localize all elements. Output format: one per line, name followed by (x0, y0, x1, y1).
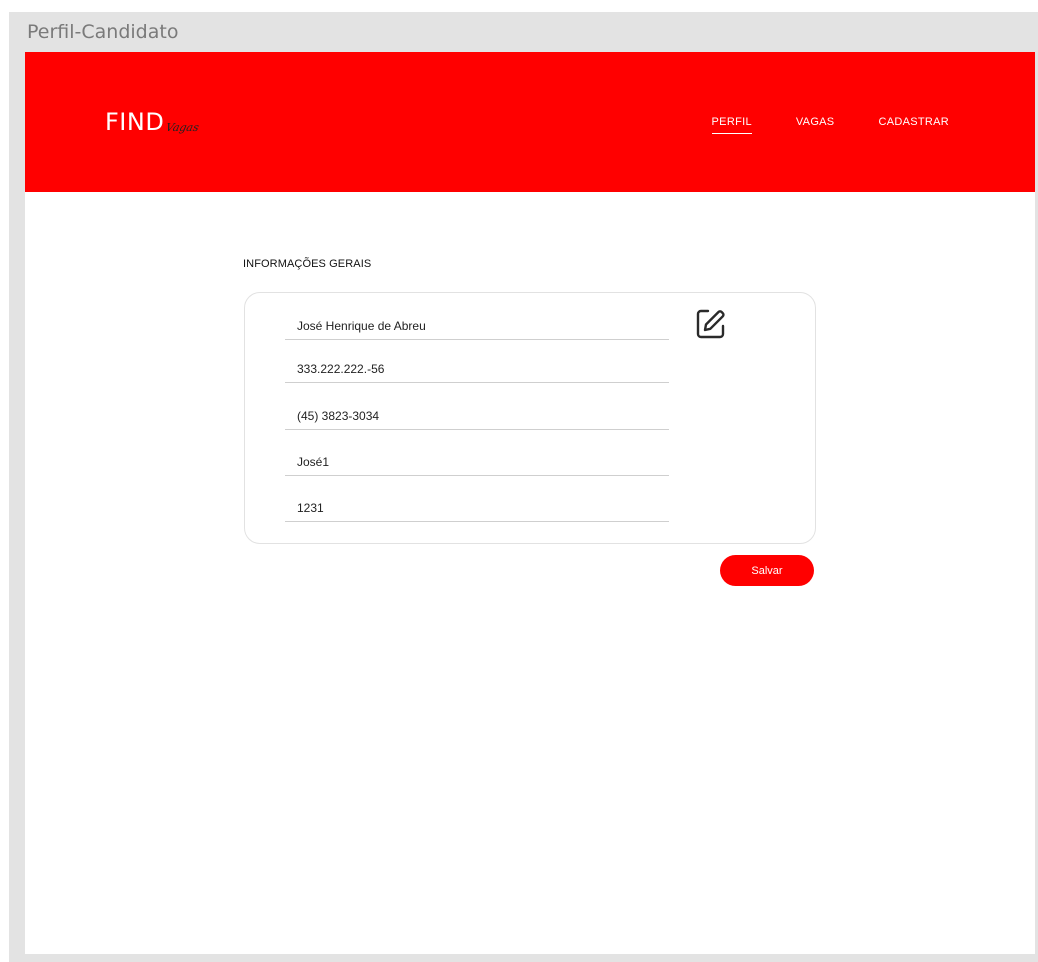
main-nav: PERFIL VAGAS CADASTRAR (711, 116, 949, 134)
nav-item-perfil[interactable]: PERFIL (711, 116, 752, 134)
artboard-title: Perfil-Candidato (27, 21, 179, 43)
username-input[interactable] (285, 451, 669, 473)
edit-pencil-icon[interactable] (693, 307, 727, 341)
nav-item-cadastrar[interactable]: CADASTRAR (878, 116, 949, 134)
password-input[interactable] (285, 497, 669, 519)
password-field (285, 497, 669, 522)
section-title: INFORMAÇÕES GERAIS (243, 258, 372, 270)
nav-item-vagas[interactable]: VAGAS (796, 116, 835, 134)
top-header: FIND Vagas PERFIL VAGAS CADASTRAR (25, 52, 1035, 192)
phone-field (285, 405, 669, 430)
cpf-input[interactable] (285, 358, 669, 380)
phone-input[interactable] (285, 405, 669, 427)
cpf-field (285, 358, 669, 383)
logo[interactable]: FIND Vagas (105, 108, 201, 136)
username-field (285, 451, 669, 476)
name-field (285, 315, 669, 340)
save-button[interactable]: Salvar (720, 555, 814, 586)
page-canvas: FIND Vagas PERFIL VAGAS CADASTRAR INFORM… (25, 52, 1035, 954)
name-input[interactable] (285, 315, 669, 337)
logo-main-text: FIND (105, 108, 165, 136)
logo-script-text: Vagas (164, 121, 201, 134)
profile-info-card (244, 292, 816, 544)
